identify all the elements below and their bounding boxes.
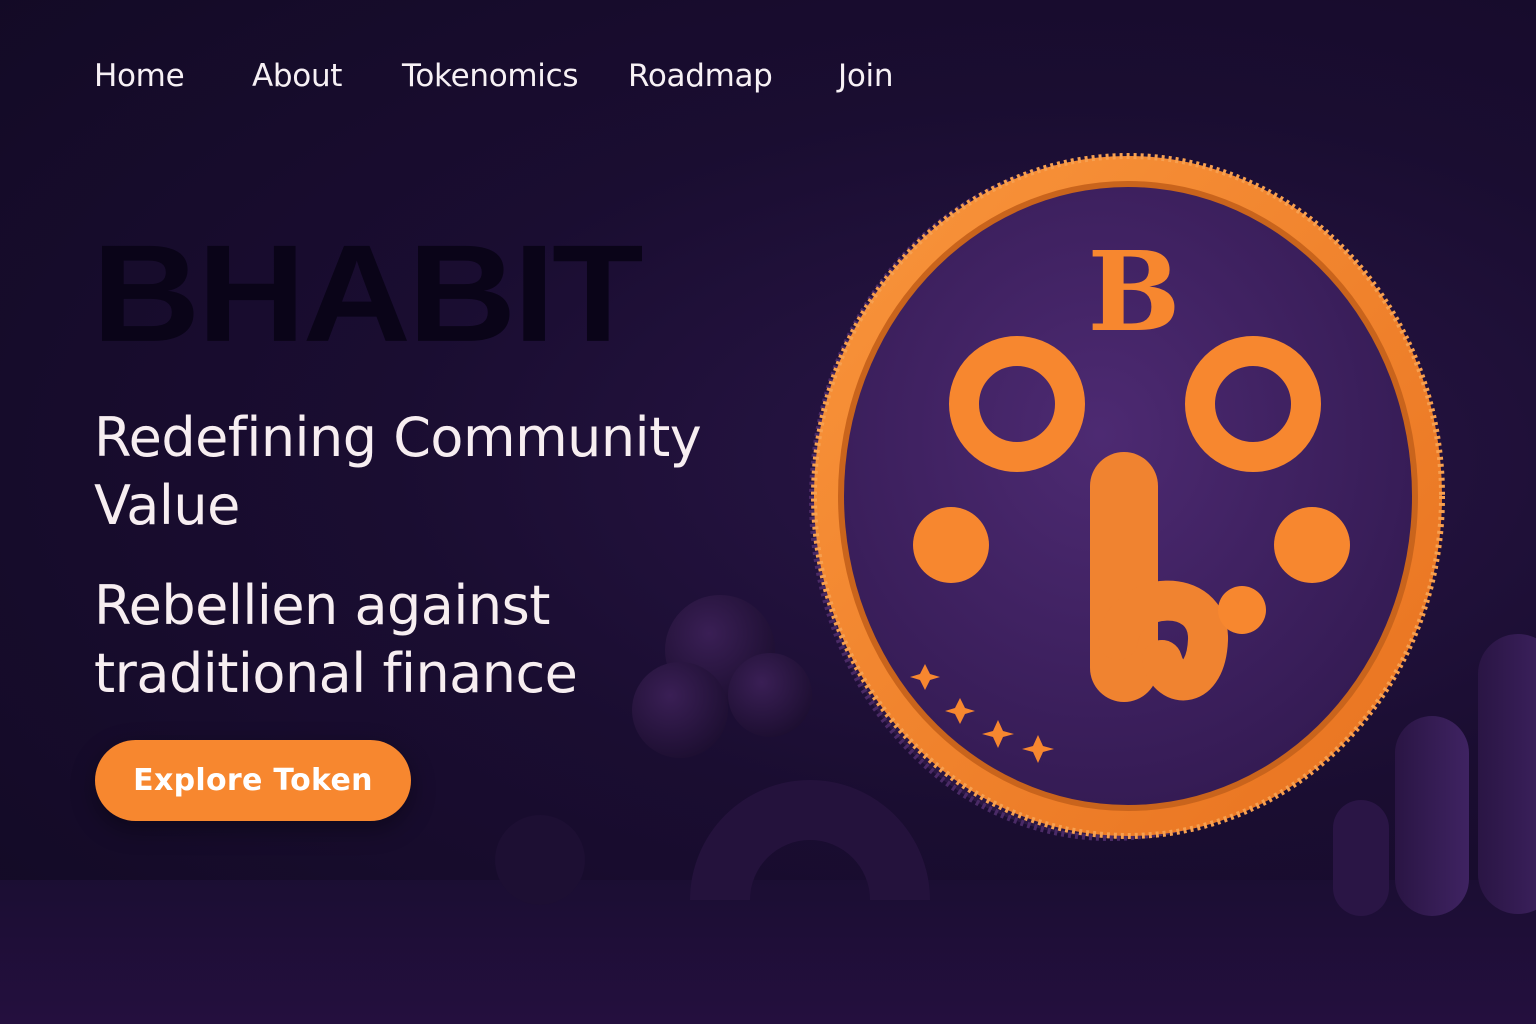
ball-shape [495, 815, 585, 905]
nav-join[interactable]: Join [838, 58, 893, 94]
arch-shape [690, 780, 930, 900]
nav-about[interactable]: About [252, 58, 342, 94]
hero-headline: Redefining Community Value [94, 406, 702, 537]
brand-title: BHABIT [92, 215, 644, 371]
nav-home[interactable]: Home [94, 58, 185, 94]
coin-letter: B [1088, 227, 1181, 356]
explore-token-button[interactable]: Explore Token [95, 740, 411, 821]
hero-subline: Rebellien against traditional finance [94, 574, 578, 705]
nav-roadmap[interactable]: Roadmap [628, 58, 773, 94]
coin-graphic: B [809, 153, 1445, 841]
nav-tokenomics[interactable]: Tokenomics [402, 58, 578, 94]
